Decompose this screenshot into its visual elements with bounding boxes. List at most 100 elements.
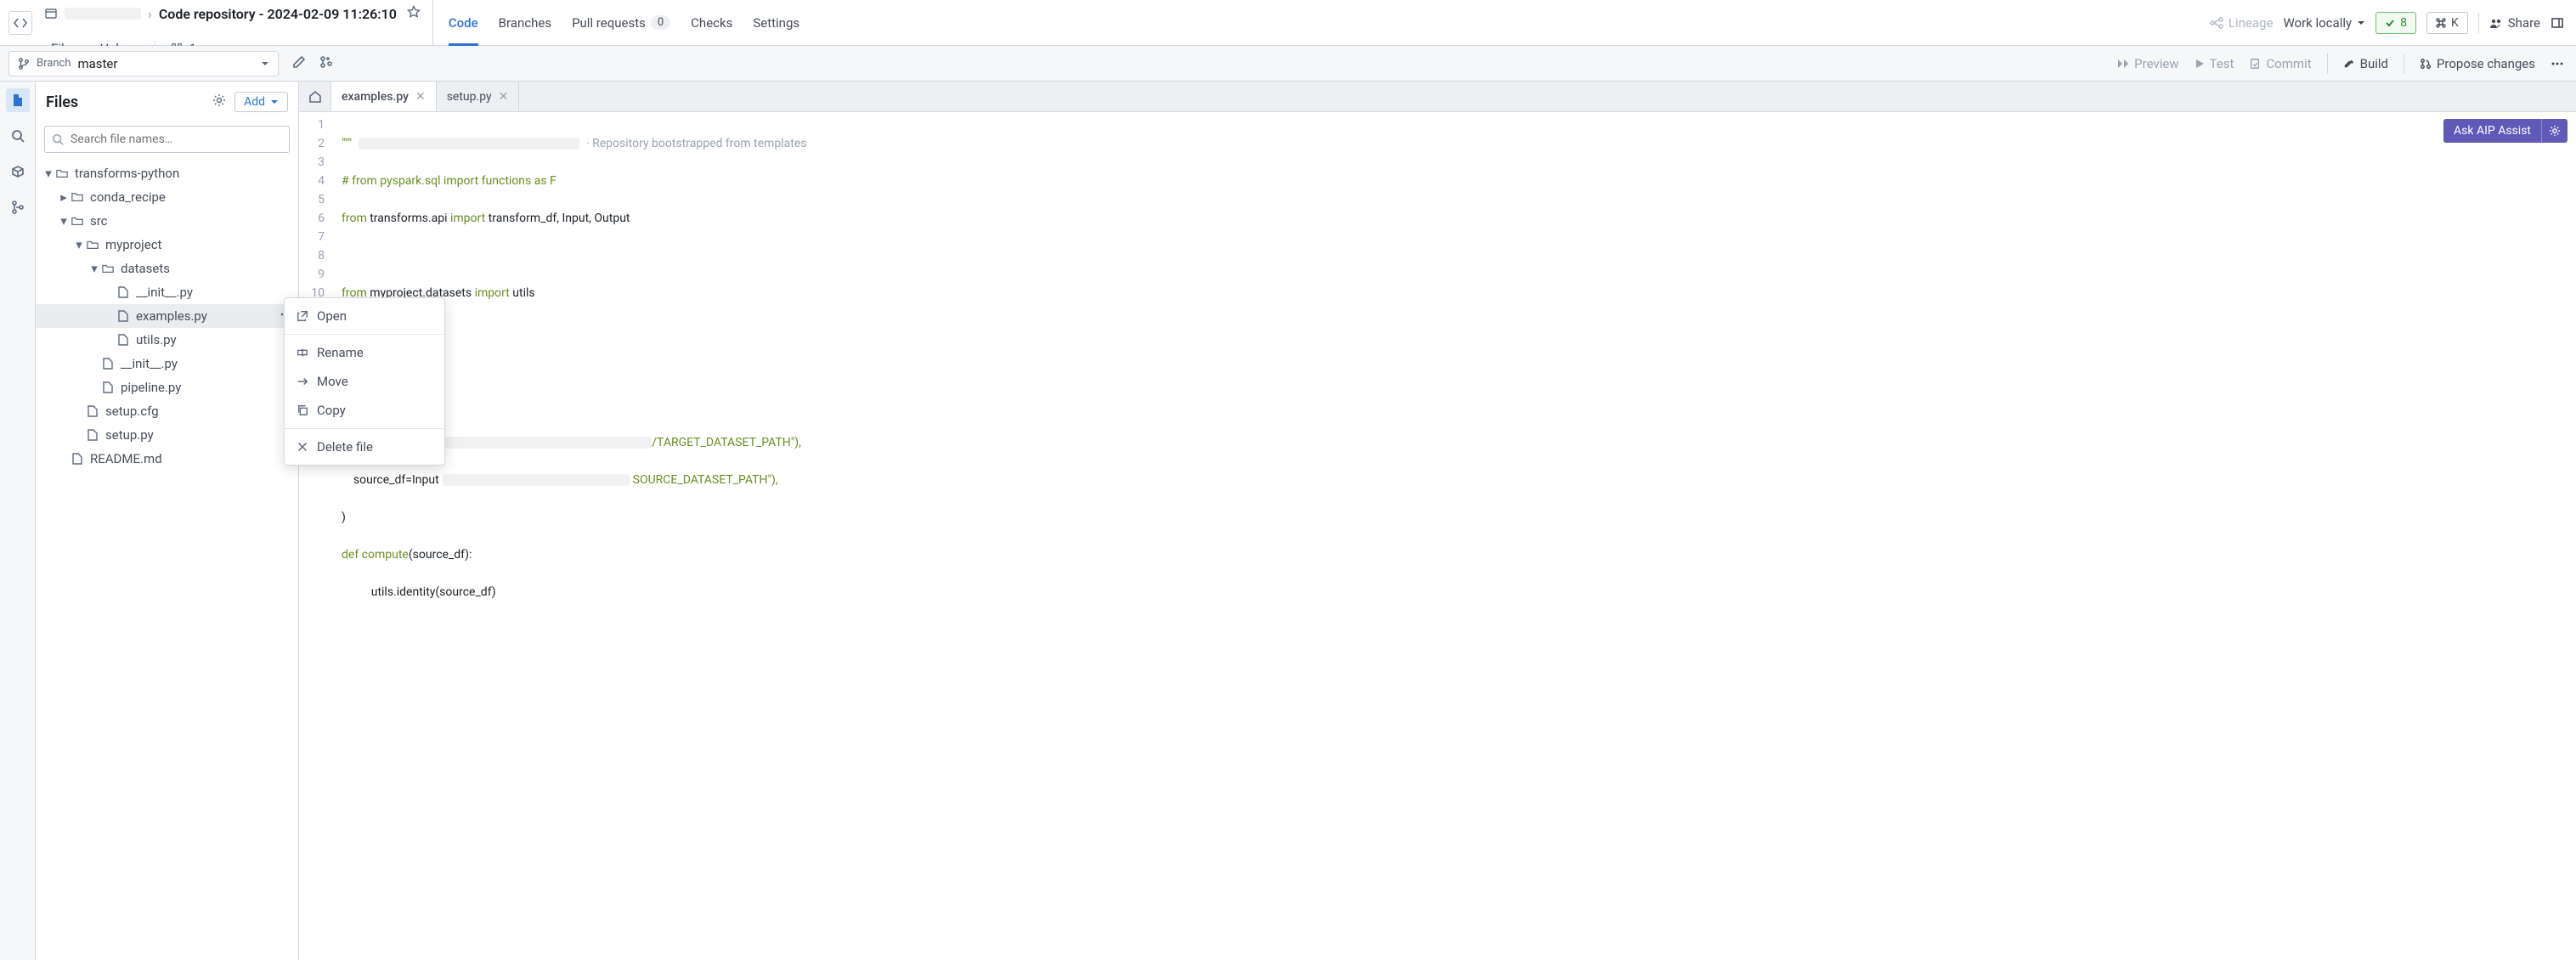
ctx-open[interactable]: Open [285, 302, 444, 330]
breadcrumb-sep: › [148, 6, 152, 22]
rail-files-icon[interactable] [6, 88, 30, 112]
file-tree: ▾transforms-python ▸conda_recipe ▾src ▾m… [36, 160, 298, 960]
ctx-delete[interactable]: Delete file [285, 432, 444, 461]
tree-file-readme[interactable]: README.md [36, 447, 298, 471]
panel-toggle-icon[interactable] [2551, 16, 2564, 30]
home-tab[interactable] [299, 82, 331, 111]
tree-file-pipeline[interactable]: pipeline.py [36, 376, 298, 399]
share-icon [2489, 16, 2503, 30]
code-brand-icon [8, 11, 32, 35]
gear-icon[interactable] [212, 93, 226, 110]
star-icon[interactable] [407, 5, 421, 22]
header-sep [2478, 13, 2479, 33]
search-icon [52, 133, 64, 145]
folder-open-icon [56, 167, 68, 179]
tab-setup[interactable]: setup.py✕ [437, 82, 520, 111]
breadcrumb-workspace-redacted [65, 8, 141, 20]
delete-icon [297, 441, 308, 453]
open-icon [297, 310, 308, 322]
tree-folder-myproject[interactable]: ▾myproject [36, 233, 298, 257]
tab-pull-requests[interactable]: Pull requests0 [572, 0, 670, 45]
sidebar-title: Files [46, 93, 78, 111]
tree-folder-root[interactable]: ▾transforms-python [36, 161, 298, 185]
tab-examples[interactable]: examples.py✕ [331, 82, 437, 111]
share-button[interactable]: Share [2489, 15, 2540, 31]
folder-open-icon [102, 263, 114, 274]
check-icon [2385, 18, 2395, 28]
commit-button[interactable]: Commit [2249, 56, 2311, 71]
keyboard-shortcut[interactable]: K [2426, 12, 2468, 34]
lineage-button[interactable]: Lineage [2210, 15, 2274, 31]
tree-file-examples[interactable]: examples.py [36, 304, 298, 328]
tab-branches[interactable]: Branches [499, 0, 551, 45]
status-badge[interactable]: 8 [2375, 12, 2416, 34]
add-button[interactable]: Add [234, 92, 288, 112]
tree-file-setuppy[interactable]: setup.py [36, 423, 298, 447]
more-icon[interactable] [2551, 57, 2564, 71]
fast-forward-icon [2117, 58, 2129, 70]
search-input[interactable] [44, 126, 290, 153]
tree-file-init2[interactable]: __init__.py [36, 352, 298, 376]
file-icon [118, 286, 128, 298]
chevron-down-icon [270, 98, 279, 106]
breadcrumb-title[interactable]: Code repository - 2024-02-09 11:26:10 [159, 6, 397, 22]
tab-settings[interactable]: Settings [753, 0, 799, 45]
code-editor[interactable]: 123456789101112 """· Repository bootstra… [299, 112, 2576, 960]
edit-icon[interactable] [292, 55, 306, 72]
hammer-icon [2343, 58, 2355, 70]
rename-icon [297, 347, 308, 359]
file-icon [103, 358, 113, 370]
rail-search-icon[interactable] [6, 124, 30, 148]
file-icon [88, 405, 98, 417]
aip-gear-icon[interactable] [2541, 119, 2568, 143]
file-icon [88, 429, 98, 441]
sidebar: Files Add ▾transforms-python ▸conda_reci… [36, 82, 299, 960]
ctx-move[interactable]: Move [285, 367, 444, 396]
rail-source-control-icon[interactable] [6, 195, 30, 219]
repo-icon [44, 7, 58, 20]
new-branch-icon[interactable] [319, 55, 333, 72]
pull-request-icon [2420, 58, 2432, 70]
command-icon [2436, 18, 2446, 28]
work-locally-button[interactable]: Work locally [2283, 15, 2365, 31]
ctx-copy[interactable]: Copy [285, 396, 444, 425]
aip-assist-button[interactable]: Ask AIP Assist [2443, 119, 2541, 143]
file-icon [72, 453, 82, 465]
test-button[interactable]: Test [2195, 56, 2234, 71]
rail-package-icon[interactable] [6, 160, 30, 184]
main-tabs: Code Branches Pull requests0 Checks Sett… [432, 0, 2198, 45]
home-icon [308, 90, 322, 104]
file-icon [103, 381, 113, 393]
copy-icon [297, 404, 308, 416]
tree-file-setupcfg[interactable]: setup.cfg [36, 399, 298, 423]
tab-checks[interactable]: Checks [691, 0, 732, 45]
folder-icon [71, 191, 83, 203]
branch-icon [18, 58, 30, 70]
tree-folder-src[interactable]: ▾src [36, 209, 298, 233]
commit-icon [2249, 58, 2261, 70]
close-icon[interactable]: ✕ [415, 90, 426, 104]
tree-folder-datasets[interactable]: ▾datasets [36, 257, 298, 280]
build-button[interactable]: Build [2343, 56, 2388, 71]
ctx-rename[interactable]: Rename [285, 338, 444, 367]
file-icon [118, 334, 128, 346]
activity-rail [0, 82, 36, 960]
context-menu: Open Rename Move Copy Delete file [284, 297, 445, 466]
branch-selector[interactable]: Branch master [8, 51, 279, 76]
folder-open-icon [71, 215, 83, 227]
tree-file-utils[interactable]: utils.py [36, 328, 298, 352]
breadcrumb: › Code repository - 2024-02-09 11:26:10 [41, 5, 424, 22]
tab-code[interactable]: Code [449, 0, 478, 45]
tree-folder-conda[interactable]: ▸conda_recipe [36, 185, 298, 209]
propose-changes-button[interactable]: Propose changes [2420, 56, 2535, 71]
file-icon [118, 310, 128, 322]
tree-file-init[interactable]: __init__.py [36, 280, 298, 304]
editor-tabs: examples.py✕ setup.py✕ [299, 82, 2576, 112]
editor-area: examples.py✕ setup.py✕ 123456789101112 "… [299, 82, 2576, 960]
header: › Code repository - 2024-02-09 11:26:10 … [0, 0, 2576, 46]
chevron-down-icon [261, 59, 269, 68]
code-content[interactable]: """· Repository bootstrapped from templa… [333, 112, 2576, 960]
chevron-down-icon [2357, 19, 2365, 27]
preview-button[interactable]: Preview [2117, 56, 2178, 71]
close-icon[interactable]: ✕ [499, 90, 509, 104]
